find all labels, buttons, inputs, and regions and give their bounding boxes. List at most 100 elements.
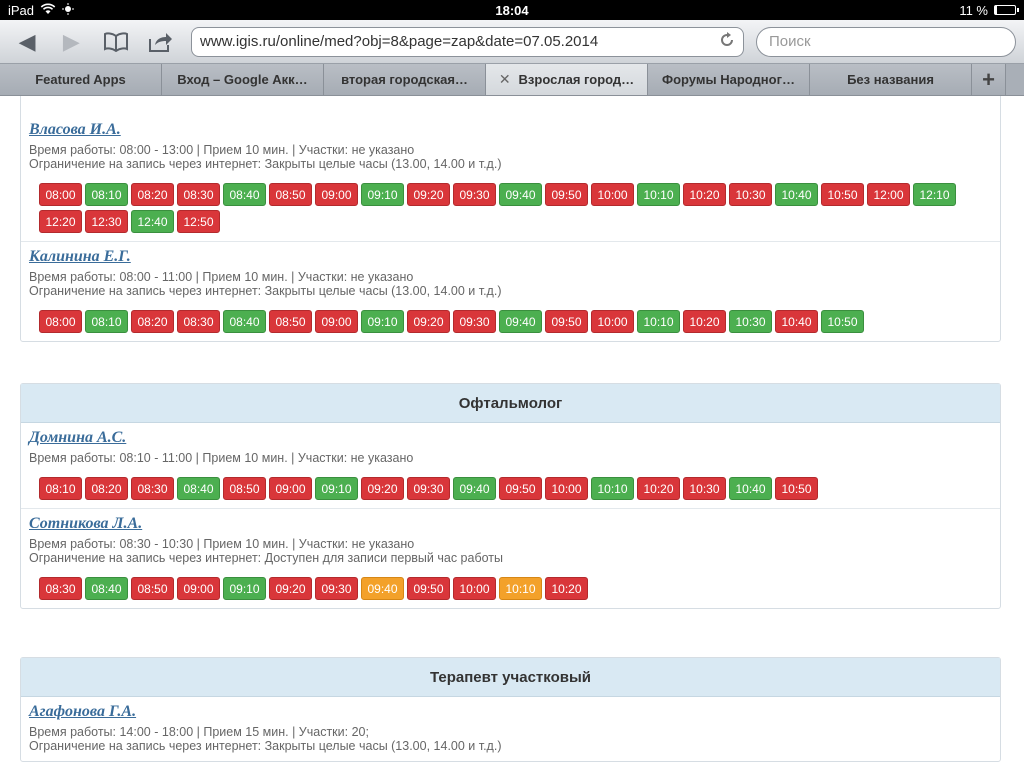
time-slot-button[interactable]: 08:40 xyxy=(223,183,266,206)
time-slot-button[interactable]: 08:00 xyxy=(39,310,82,333)
time-slot-button[interactable]: 10:40 xyxy=(729,477,772,500)
device-label: iPad xyxy=(8,2,35,18)
book-icon[interactable] xyxy=(97,25,135,59)
time-slot-button[interactable]: 08:10 xyxy=(85,310,128,333)
time-slot-button[interactable]: 08:20 xyxy=(131,310,174,333)
back-arrow-icon[interactable]: ◀ xyxy=(8,25,46,59)
share-icon[interactable] xyxy=(141,25,179,59)
new-tab-icon[interactable]: + xyxy=(972,64,1006,95)
time-slot-button[interactable]: 10:30 xyxy=(683,477,726,500)
forward-arrow-icon[interactable]: ▶ xyxy=(52,25,90,59)
time-slot-button[interactable]: 08:50 xyxy=(223,477,266,500)
time-slot-button[interactable]: 09:00 xyxy=(315,310,358,333)
time-slot-button[interactable]: 08:20 xyxy=(85,477,128,500)
time-slot-button[interactable]: 09:20 xyxy=(269,577,312,600)
time-slot-button[interactable]: 09:20 xyxy=(361,477,404,500)
time-slot-button[interactable]: 10:20 xyxy=(637,477,680,500)
time-slot-button[interactable]: 08:40 xyxy=(223,310,266,333)
time-slot-button[interactable]: 09:30 xyxy=(407,477,450,500)
doctor-restriction: Ограничение на запись через интернет: За… xyxy=(29,739,502,753)
time-slot-button[interactable]: 09:10 xyxy=(361,310,404,333)
url-text: www.igis.ru/online/med?obj=8&page=zap&da… xyxy=(200,33,599,50)
time-slot-button[interactable]: 09:00 xyxy=(315,183,358,206)
time-slot-button[interactable]: 08:40 xyxy=(85,577,128,600)
time-slot-button[interactable]: 08:20 xyxy=(131,183,174,206)
doctor-name-link[interactable]: Сотникова Л.А. xyxy=(29,515,992,533)
time-slot-button[interactable]: 09:40 xyxy=(453,477,496,500)
time-slot-button[interactable]: 09:40 xyxy=(499,310,542,333)
time-slot-button[interactable]: 12:10 xyxy=(913,183,956,206)
time-slot-button[interactable]: 12:40 xyxy=(131,210,174,233)
time-slot-button[interactable]: 08:10 xyxy=(39,477,82,500)
tab-2[interactable]: вторая городская… xyxy=(324,64,486,95)
time-slot-button[interactable]: 09:50 xyxy=(499,477,542,500)
tab-4[interactable]: Форумы Народног… xyxy=(648,64,810,95)
doctor-name-link[interactable]: Калинина Е.Г. xyxy=(29,248,992,266)
time-slot-button[interactable]: 10:40 xyxy=(775,183,818,206)
tab-5[interactable]: Без названия xyxy=(810,64,972,95)
time-slot-button[interactable]: 10:50 xyxy=(775,477,818,500)
time-slot-button[interactable]: 12:30 xyxy=(85,210,128,233)
time-slot-button[interactable]: 09:50 xyxy=(545,310,588,333)
time-slot-button[interactable]: 10:20 xyxy=(545,577,588,600)
time-slot-button[interactable]: 10:20 xyxy=(683,183,726,206)
tab-3[interactable]: ✕ Взрослая город… xyxy=(486,64,648,95)
time-slot-button[interactable]: 10:40 xyxy=(775,310,818,333)
time-slot-button[interactable]: 09:30 xyxy=(453,183,496,206)
time-slot-button[interactable]: 08:40 xyxy=(177,477,220,500)
time-slot-button[interactable]: 08:00 xyxy=(39,183,82,206)
time-slot-button[interactable]: 10:10 xyxy=(637,310,680,333)
time-slot-button[interactable]: 08:50 xyxy=(269,310,312,333)
time-slot-button[interactable]: 12:20 xyxy=(39,210,82,233)
tab-0[interactable]: Featured Apps xyxy=(0,64,162,95)
time-slot-button[interactable]: 09:40 xyxy=(499,183,542,206)
doctor-block: Власова И.А. Время работы: 08:00 - 13:00 … xyxy=(21,115,1000,242)
url-field[interactable]: www.igis.ru/online/med?obj=8&page=zap&da… xyxy=(191,26,744,57)
time-slot-button[interactable]: 10:00 xyxy=(545,477,588,500)
time-slot-button[interactable]: 09:50 xyxy=(545,183,588,206)
time-slot-button[interactable]: 09:10 xyxy=(361,183,404,206)
doctor-name-link[interactable]: Агафонова Г.А. xyxy=(29,703,992,721)
time-slot-button[interactable]: 08:30 xyxy=(131,477,174,500)
time-slots: 08:10 08:20 08:30 08:40 08:50 09:00 09:10 09:20… xyxy=(29,477,979,500)
time-slot-button[interactable]: 08:50 xyxy=(131,577,174,600)
tab-1[interactable]: Вход – Google Акк… xyxy=(162,64,324,95)
time-slot-button[interactable]: 10:10 xyxy=(499,577,542,600)
time-slot-button[interactable]: 10:10 xyxy=(637,183,680,206)
time-slot-button[interactable]: 09:10 xyxy=(223,577,266,600)
time-slot-button[interactable]: 09:10 xyxy=(315,477,358,500)
time-slot-button[interactable]: 09:40 xyxy=(361,577,404,600)
time-slot-button[interactable]: 08:30 xyxy=(177,310,220,333)
time-slot-button[interactable]: 08:30 xyxy=(177,183,220,206)
battery-icon xyxy=(994,5,1019,15)
time-slot-button[interactable]: 09:20 xyxy=(407,310,450,333)
time-slot-button[interactable]: 09:50 xyxy=(407,577,450,600)
time-slot-button[interactable]: 10:30 xyxy=(729,183,772,206)
time-slot-button[interactable]: 10:20 xyxy=(683,310,726,333)
time-slot-button[interactable]: 12:50 xyxy=(177,210,220,233)
time-slot-button[interactable]: 09:20 xyxy=(407,183,450,206)
tab-label: вторая городская… xyxy=(341,72,468,87)
time-slot-button[interactable]: 08:10 xyxy=(85,183,128,206)
reload-icon[interactable] xyxy=(719,31,735,52)
time-slot-button[interactable]: 10:50 xyxy=(821,183,864,206)
time-slot-button[interactable]: 09:00 xyxy=(177,577,220,600)
time-slot-button[interactable]: 10:00 xyxy=(453,577,496,600)
time-slot-button[interactable]: 10:00 xyxy=(591,310,634,333)
time-slot-button[interactable]: 10:10 xyxy=(591,477,634,500)
time-slot-button[interactable]: 10:30 xyxy=(729,310,772,333)
time-slot-button[interactable]: 10:50 xyxy=(821,310,864,333)
time-slot-button[interactable]: 09:30 xyxy=(453,310,496,333)
doctor-name-link[interactable]: Домнина А.С. xyxy=(29,429,992,447)
time-slot-button[interactable]: 09:30 xyxy=(315,577,358,600)
doctor-name-link[interactable]: Власова И.А. xyxy=(29,121,992,139)
time-slot-button[interactable]: 08:50 xyxy=(269,183,312,206)
time-slot-button[interactable]: 09:00 xyxy=(269,477,312,500)
close-tab-icon[interactable]: ✕ xyxy=(499,71,511,88)
search-field[interactable]: Поиск xyxy=(756,26,1016,57)
time-slot-button[interactable]: 12:00 xyxy=(867,183,910,206)
time-slot-button[interactable]: 10:00 xyxy=(591,183,634,206)
tab-bar: Featured Apps Вход – Google Акк… вторая го… xyxy=(0,64,1024,96)
specialty-title: Офтальмолог xyxy=(21,384,1000,423)
time-slot-button[interactable]: 08:30 xyxy=(39,577,82,600)
